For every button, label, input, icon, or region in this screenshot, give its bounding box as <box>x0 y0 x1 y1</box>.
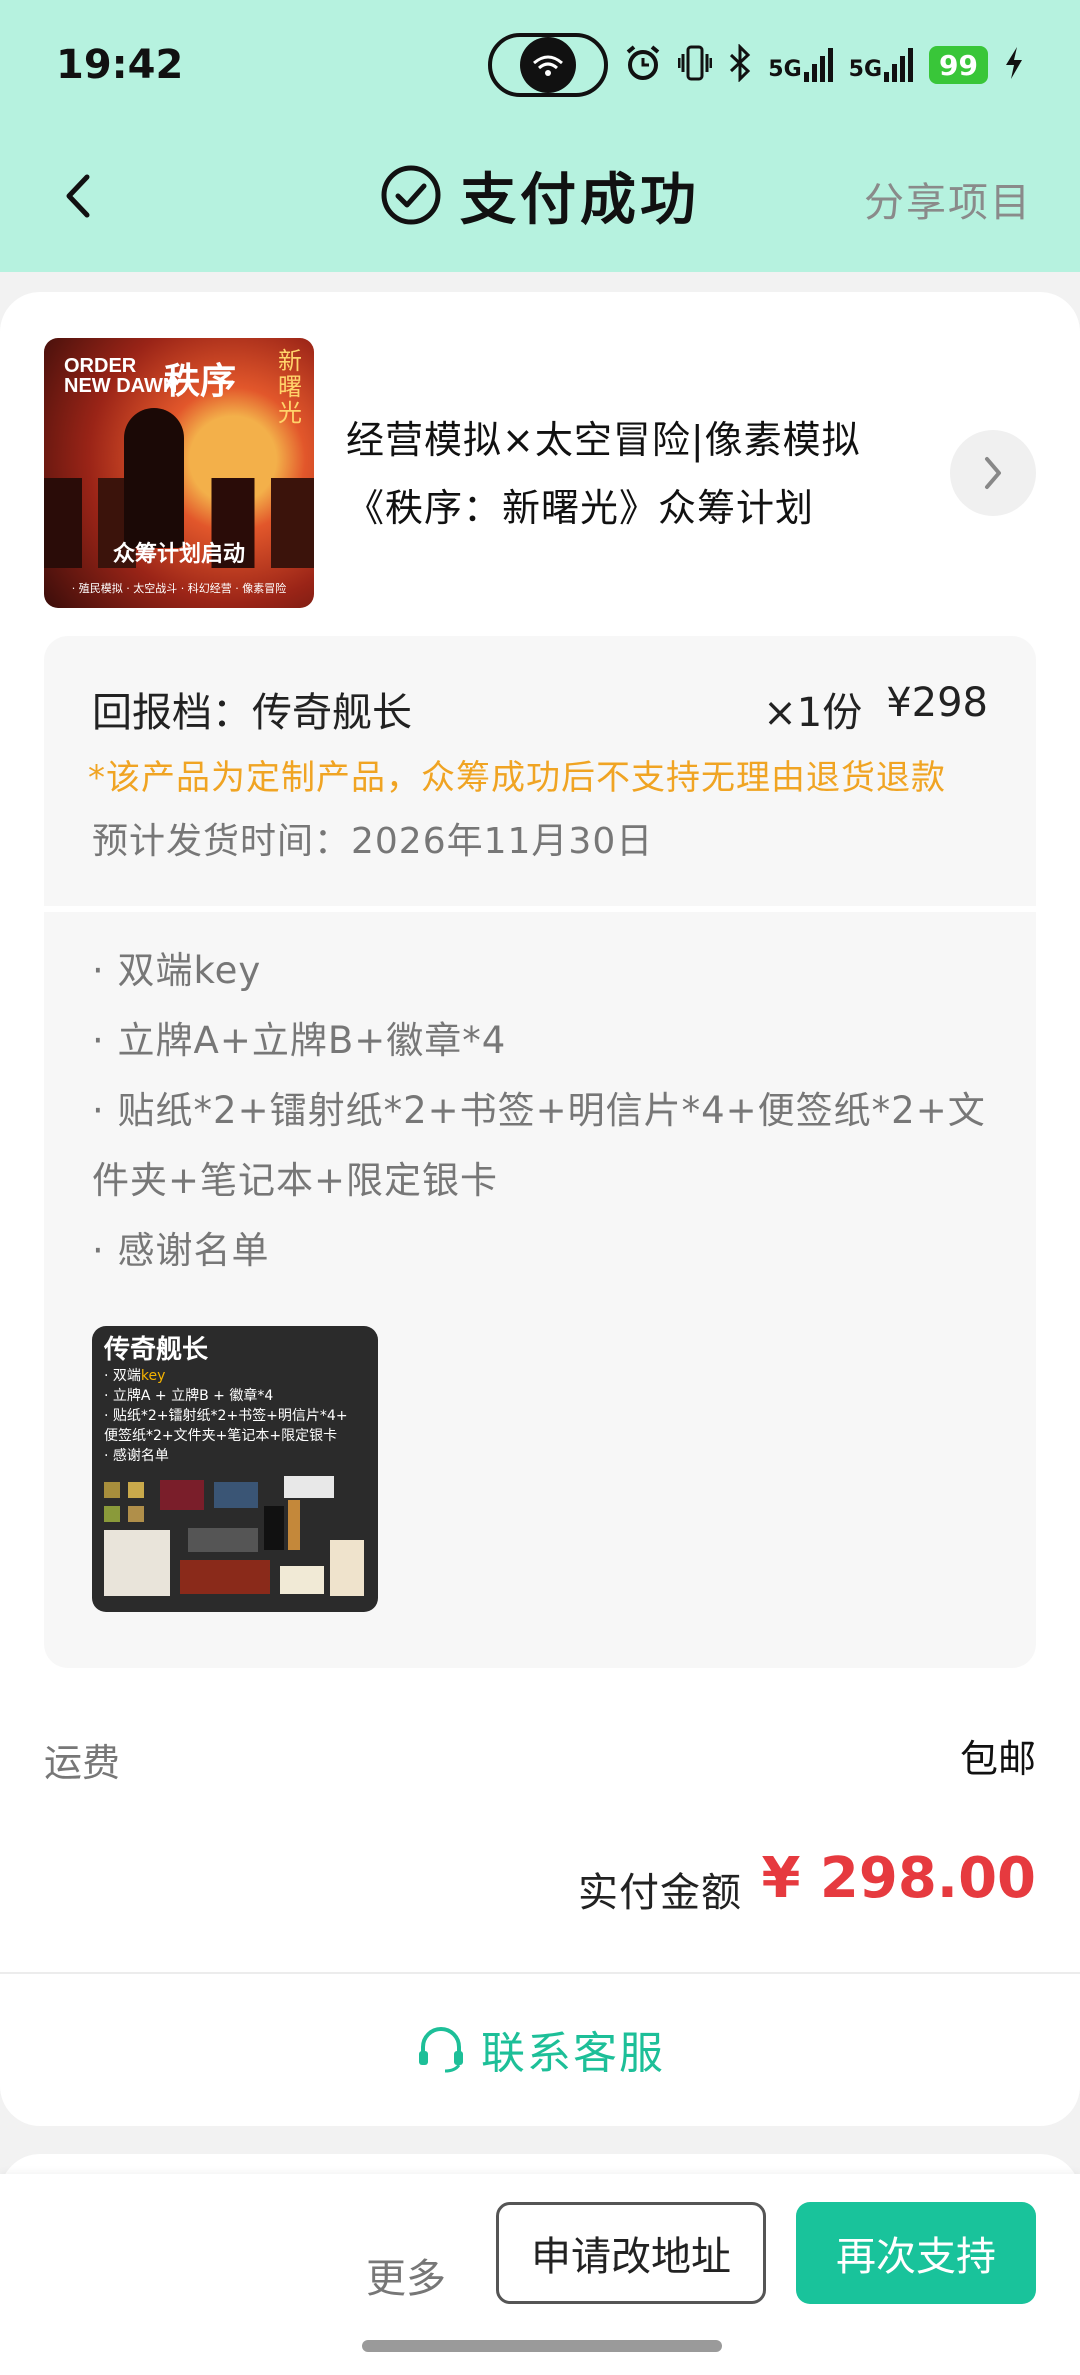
chevron-right-icon <box>985 457 1001 489</box>
signal-2-icon: 5G <box>848 48 914 82</box>
divider <box>44 906 1036 912</box>
thumb-en-line2: NEW DAWN <box>64 375 178 397</box>
reward-image-line: · 立牌A + 立牌B + 徽章*4 <box>104 1388 274 1404</box>
reward-image-line: · 感谢名单 <box>104 1448 169 1464</box>
share-project-button[interactable]: 分享项目 <box>864 170 1032 228</box>
hotspot-pill-icon <box>488 33 609 97</box>
thumb-figure <box>124 408 184 548</box>
total-amount: ¥ 298.00 <box>761 1846 1036 1911</box>
signal-1-icon: 5G <box>768 48 833 82</box>
reward-image-title: 传奇舰长 <box>104 1335 209 1365</box>
tier-price: ¥298 <box>886 680 988 726</box>
page-title: 支付成功 <box>460 167 700 233</box>
tier-row: 回报档：传奇舰长 ×1份 ¥298 <box>92 680 988 738</box>
shipping-label: 运费 <box>44 1741 121 1785</box>
chevron-left-icon <box>66 174 90 218</box>
contact-service-button[interactable]: 联系客服 <box>0 1974 1080 2124</box>
battery-indicator: 99 <box>929 46 988 84</box>
network-type-1: 5G <box>768 57 802 82</box>
refund-warning: *该产品为定制产品，众筹成功后不支持无理由退货退款 <box>88 758 946 798</box>
change-address-button[interactable]: 申请改地址 <box>496 2202 766 2304</box>
tier-quantity: ×1份 <box>763 690 863 736</box>
tier-name: 回报档：传奇舰长 <box>92 690 412 736</box>
vibrate-icon <box>677 44 713 86</box>
thumb-en-line1: ORDER <box>64 355 137 377</box>
product-row[interactable]: ORDER NEW DAWN 秩序 新曙光 众筹计划启动 · 殖民模拟 · 太空… <box>44 338 1036 608</box>
list-item: · 感谢名单 <box>92 1229 270 1272</box>
reward-tier-box: 回报档：传奇舰长 ×1份 ¥298 *该产品为定制产品，众筹成功后不支持无理由退… <box>44 636 1036 1668</box>
status-time: 19:42 <box>56 42 184 88</box>
list-item: · 贴纸*2+镭射纸*2+书签+明信片*4+便签纸*2+文件夹+笔记本+限定银卡 <box>92 1089 986 1202</box>
reward-image-line: · 贴纸*2+镭射纸*2+书签+明信片*4+ <box>104 1408 348 1424</box>
thumb-tags: · 殖民模拟 · 太空战斗 · 科幻经营 · 像素冒险 <box>71 582 287 595</box>
product-title[interactable]: 经营模拟×太空冒险|像素模拟《秩序：新曙光》众筹计划 <box>346 406 916 542</box>
thumb-cn-subtitle: 新曙光 <box>278 347 302 427</box>
network-type-2: 5G <box>848 57 883 82</box>
bluetooth-icon <box>728 43 752 86</box>
thumb-en-title: ORDER NEW DAWN <box>64 356 177 396</box>
product-thumbnail: ORDER NEW DAWN 秩序 新曙光 众筹计划启动 · 殖民模拟 · 太空… <box>44 338 314 608</box>
more-button[interactable]: 更多 <box>366 2246 446 2304</box>
reward-image-line: · 双端key <box>104 1366 366 1386</box>
order-card: ORDER NEW DAWN 秩序 新曙光 众筹计划启动 · 殖民模拟 · 太空… <box>0 292 1080 2126</box>
back-button[interactable] <box>50 168 106 224</box>
list-item: · 双端key <box>92 949 262 992</box>
alarm-icon <box>624 44 662 86</box>
charging-icon <box>1004 46 1024 84</box>
support-again-button[interactable]: 再次支持 <box>796 2202 1036 2304</box>
status-bar: 19:42 5G 5G 99 <box>0 0 1080 130</box>
reward-image-line1a: · 双端 <box>104 1368 141 1384</box>
shipping-value: 包邮 <box>959 1737 1036 1781</box>
list-item: · 立牌A+立牌B+徽章*4 <box>92 1019 507 1062</box>
headset-icon <box>419 2027 463 2073</box>
thumb-cn-title: 秩序 <box>164 360 237 402</box>
reward-items-list: · 双端key · 立牌A+立牌B+徽章*4 · 贴纸*2+镭射纸*2+书签+明… <box>92 936 992 1286</box>
product-detail-button[interactable] <box>950 430 1036 516</box>
status-icons: 5G 5G 99 <box>488 33 1024 97</box>
check-circle-icon <box>381 165 441 225</box>
thumb-banner: 众筹计划启动 <box>112 542 245 567</box>
reward-image[interactable]: 传奇舰长 · 双端key · 立牌A + 立牌B + 徽章*4 · 贴纸*2+镭… <box>92 1326 378 1612</box>
reward-image-merch <box>104 1476 366 1602</box>
page-header: 支付成功 分享项目 <box>0 140 1080 250</box>
home-indicator[interactable] <box>362 2340 722 2352</box>
reward-image-line1b: key <box>140 1368 166 1384</box>
estimated-ship-time: 预计发货时间：2026年11月30日 <box>92 821 654 862</box>
contact-service-label: 联系客服 <box>481 2028 665 2079</box>
reward-image-line: 便签纸*2+文件夹+笔记本+限定银卡 <box>104 1428 338 1444</box>
wifi-share-icon <box>520 37 577 93</box>
total-label: 实付金额 <box>578 1870 742 1916</box>
